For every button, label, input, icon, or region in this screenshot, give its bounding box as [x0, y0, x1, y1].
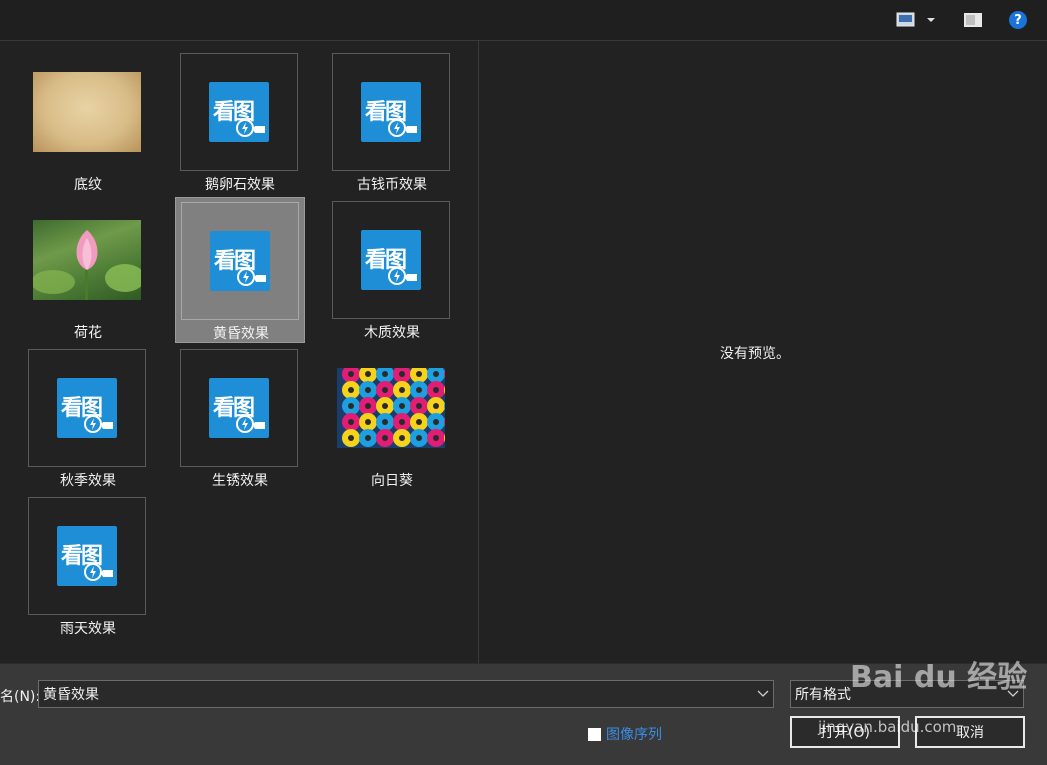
image-sequence-option[interactable]: 图像序列 [588, 724, 662, 744]
file-tile[interactable]: 看图 木质效果 [327, 197, 457, 343]
preview-pane-button[interactable] [961, 8, 985, 32]
file-tile[interactable]: 看图 雨天效果 [23, 493, 153, 639]
filename-combobox[interactable]: 黄昏效果 [38, 680, 774, 708]
file-name-label: 雨天效果 [60, 621, 116, 637]
help-button[interactable]: ? [1006, 8, 1030, 32]
bolt-badge-icon [84, 415, 113, 433]
file-name-label: 生锈效果 [212, 473, 268, 489]
kantu-app-icon: 看图 [57, 378, 117, 438]
file-thumbnail[interactable]: 看图 [28, 497, 146, 615]
chevron-down-icon[interactable] [753, 690, 773, 698]
kantu-app-icon: 看图 [361, 82, 421, 142]
baidu-watermark-url: jingyan.baidu.com [818, 718, 957, 736]
preview-pane: 没有预览。 [479, 41, 1047, 663]
bolt-badge-icon [84, 563, 113, 581]
file-tile[interactable]: 看图 古钱币效果 [327, 49, 457, 195]
bolt-badge-icon [237, 268, 266, 286]
file-thumbnail[interactable]: 看图 [180, 53, 298, 171]
bolt-badge-icon [236, 415, 265, 433]
file-name-label: 荷花 [74, 325, 102, 341]
preview-pane-icon [964, 13, 982, 27]
file-thumbnail[interactable]: 看图 [28, 349, 146, 467]
file-thumbnail[interactable] [332, 349, 450, 467]
lotus-image [33, 220, 141, 300]
help-icon: ? [1009, 11, 1027, 29]
kantu-app-icon: 看图 [210, 231, 270, 291]
kantu-app-icon: 看图 [209, 378, 269, 438]
file-tile[interactable]: 看图 黄昏效果 [175, 197, 305, 343]
file-tile[interactable]: 看图 鹅卵石效果 [175, 49, 305, 195]
file-thumbnail[interactable]: 看图 [180, 349, 298, 467]
kantu-app-icon: 看图 [361, 230, 421, 290]
filename-value[interactable]: 黄昏效果 [43, 684, 753, 704]
file-thumbnail[interactable] [28, 201, 146, 319]
file-tile[interactable]: 荷花 [23, 197, 153, 343]
texture-image [33, 72, 141, 152]
file-name-label: 鹅卵石效果 [205, 177, 275, 193]
view-thumbnails-icon [896, 12, 935, 27]
file-tile[interactable]: 看图 生锈效果 [175, 345, 305, 491]
file-browser: 底纹 看图 鹅卵石效果 看图 古钱币效果 荷花 看图 黄昏效果 看图 木质效果 看图 秋季效果 看图 生锈… [0, 41, 479, 663]
file-thumbnail[interactable]: 看图 [332, 53, 450, 171]
kantu-app-icon: 看图 [209, 82, 269, 142]
file-thumbnail[interactable]: 看图 [181, 202, 299, 320]
bolt-badge-icon [388, 267, 417, 285]
file-thumbnail[interactable] [28, 53, 146, 171]
file-name-label: 秋季效果 [60, 473, 116, 489]
file-name-label: 木质效果 [364, 325, 420, 341]
baidu-watermark: Bai du 经验 [850, 660, 1028, 695]
filename-label: 名(N): [0, 689, 41, 705]
view-menu-button[interactable] [893, 8, 939, 32]
bolt-badge-icon [236, 119, 265, 137]
file-name-label: 古钱币效果 [357, 177, 427, 193]
image-sequence-label[interactable]: 图像序列 [606, 724, 662, 744]
file-name-label: 底纹 [74, 177, 102, 193]
bolt-badge-icon [388, 119, 417, 137]
sunflower-image [337, 368, 445, 448]
file-name-label: 向日葵 [371, 473, 413, 489]
image-sequence-checkbox[interactable] [588, 727, 601, 741]
file-tile[interactable]: 看图 秋季效果 [23, 345, 153, 491]
file-name-label: 黄昏效果 [213, 326, 269, 342]
toolbar: ? [0, 0, 1047, 41]
kantu-app-icon: 看图 [57, 526, 117, 586]
preview-message: 没有预览。 [720, 346, 790, 362]
file-thumbnail[interactable]: 看图 [332, 201, 450, 319]
file-tile[interactable]: 向日葵 [327, 345, 457, 491]
file-tile[interactable]: 底纹 [23, 49, 153, 195]
